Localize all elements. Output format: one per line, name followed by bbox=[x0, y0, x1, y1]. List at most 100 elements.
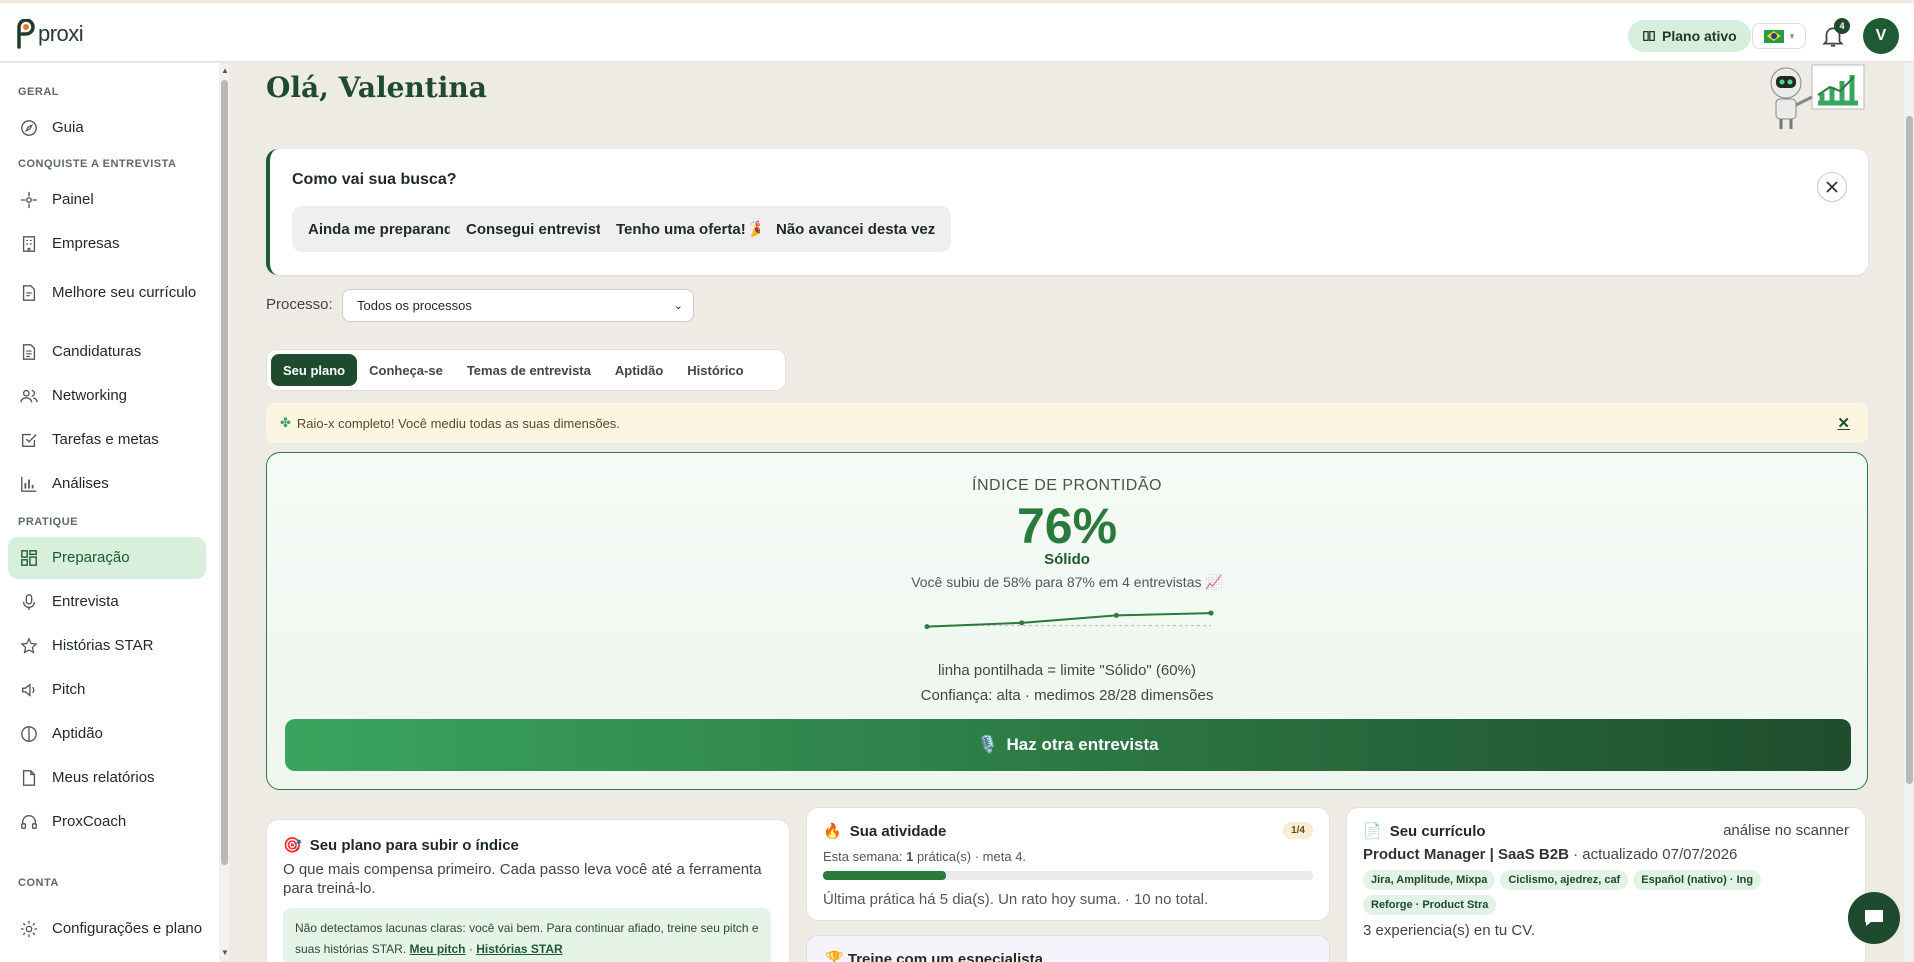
sidebar-item-preparacao[interactable]: Preparação bbox=[8, 537, 206, 579]
sidebar-section-conquiste: CONQUISTE A ENTREVISTA bbox=[18, 158, 177, 170]
process-label: Processo: bbox=[266, 296, 333, 313]
sidebar-item-melhore-curriculo[interactable]: Melhore seu currículo bbox=[8, 267, 206, 319]
cv-title: 📄 Seu currículo bbox=[1363, 822, 1486, 841]
sidebar-item-label: Painel bbox=[52, 191, 94, 208]
cv-title-text: Seu currículo bbox=[1389, 822, 1486, 840]
sidebar-item-label: Aptidão bbox=[52, 725, 103, 742]
sidebar-item-candidaturas[interactable]: Candidaturas bbox=[8, 331, 206, 373]
sparkline-point bbox=[1208, 610, 1214, 616]
plan-card-title-text: Seu plano para subir o índice bbox=[309, 836, 519, 854]
cv-chip: Español (nativo) · Ing bbox=[1633, 870, 1762, 890]
survey-option-not-advanced[interactable]: Não avancei desta vez bbox=[760, 206, 952, 252]
fire-icon: 🔥 bbox=[823, 823, 842, 840]
document-icon: 📄 bbox=[1363, 823, 1382, 840]
bar-chart-icon bbox=[20, 475, 38, 493]
avatar[interactable]: V bbox=[1863, 18, 1899, 54]
new-interview-button[interactable]: 🎙️ Haz otra entrevista bbox=[285, 719, 1851, 771]
process-select[interactable]: Todos os processos ⌄ bbox=[342, 289, 694, 322]
app-name: proxi bbox=[38, 21, 84, 46]
sidebar-item-label: Tarefas e metas bbox=[52, 431, 159, 448]
activity-week-suffix: prática(s) · meta 4. bbox=[913, 849, 1027, 864]
document-icon bbox=[20, 343, 38, 361]
readiness-level: Sólido bbox=[1044, 551, 1090, 568]
survey-close-button[interactable] bbox=[1817, 172, 1847, 202]
sidebar-item-guia[interactable]: Guia bbox=[8, 107, 206, 149]
sidebar-item-configuracoes[interactable]: Configurações e plano bbox=[8, 903, 206, 955]
pitch-link[interactable]: Meu pitch bbox=[410, 942, 466, 956]
scroll-down-arrow-icon[interactable]: ▼ bbox=[221, 948, 229, 957]
sparkline-series bbox=[926, 612, 1212, 628]
sidebar-item-painel[interactable]: Painel bbox=[8, 179, 206, 221]
tab-conheca-se[interactable]: Conheça-se bbox=[357, 354, 455, 386]
sidebar-item-empresas[interactable]: Empresas bbox=[8, 223, 206, 265]
plan-status-button[interactable]: Plano ativo bbox=[1628, 20, 1751, 52]
tab-bar: Seu plano Conheça-se Temas de entrevista… bbox=[266, 349, 786, 391]
activity-badge: 1/4 bbox=[1283, 822, 1313, 839]
activity-progress-fill bbox=[823, 871, 946, 880]
cv-role: Product Manager | SaaS B2B · actualizado… bbox=[1363, 846, 1737, 863]
page-title: Olá, Valentina bbox=[266, 71, 487, 104]
brazil-flag-icon bbox=[1763, 29, 1784, 43]
sidebar-section-geral: GERAL bbox=[18, 86, 59, 98]
sidebar-item-label: Candidaturas bbox=[52, 343, 142, 360]
survey-option-offer[interactable]: Tenho uma oferta! 🎉 bbox=[600, 206, 785, 252]
sidebar-item-proxcoach[interactable]: ProxCoach bbox=[8, 801, 206, 843]
activity-progress-bar bbox=[823, 871, 1313, 880]
coach-card[interactable]: 🏆 Treine com um especialista bbox=[806, 935, 1330, 962]
survey-question: Como vai sua busca? bbox=[292, 171, 457, 188]
sidebar-item-label: Análises bbox=[52, 475, 109, 492]
readiness-value: 76% bbox=[1016, 498, 1118, 554]
coach-title: 🏆 Treine com um especialista bbox=[825, 950, 1043, 962]
proxi-logo-icon bbox=[17, 19, 35, 49]
sidebar-item-analises[interactable]: Análises bbox=[8, 463, 206, 505]
cv-card: 📄 Seu currículo análise no scanner Produ… bbox=[1346, 807, 1866, 962]
chat-bubble-icon bbox=[1865, 910, 1883, 926]
cv-updated: · actualizado 07/07/2026 bbox=[1568, 846, 1738, 863]
sidebar-item-label: Empresas bbox=[52, 235, 120, 252]
tab-temas-entrevista[interactable]: Temas de entrevista bbox=[455, 354, 603, 386]
sidebar-item-aptidao[interactable]: Aptidão bbox=[8, 713, 206, 755]
microphone-icon bbox=[20, 593, 38, 611]
file-icon bbox=[20, 769, 38, 787]
tab-aptidao[interactable]: Aptidão bbox=[603, 354, 675, 386]
sidebar-item-label: Entrevista bbox=[52, 593, 119, 610]
language-selector[interactable]: ▾ bbox=[1752, 23, 1806, 49]
sparkline-point bbox=[924, 624, 930, 630]
sparkline-note: linha pontilhada = limite "Sólido" (60%) bbox=[938, 662, 1196, 679]
sidebar-item-historias-star[interactable]: Histórias STAR bbox=[8, 625, 206, 667]
tab-historico[interactable]: Histórico bbox=[675, 354, 755, 386]
top-bar: proxi Plano ativo ▾ 4 V bbox=[0, 0, 1914, 62]
confidence-text: Confiança: alta · medimos 28/28 dimensõe… bbox=[920, 687, 1214, 704]
sidebar-item-label: Pitch bbox=[52, 681, 86, 698]
sidebar-item-pitch[interactable]: Pitch bbox=[8, 669, 206, 711]
tab-seu-plano[interactable]: Seu plano bbox=[271, 354, 358, 386]
readiness-title: ÍNDICE DE PRONTIDÃO bbox=[972, 477, 1162, 494]
plan-card-description: O que mais compensa primeiro. Cada passo… bbox=[283, 861, 762, 897]
page-scrollbar-thumb[interactable] bbox=[1906, 116, 1913, 784]
sidebar-item-entrevista[interactable]: Entrevista bbox=[8, 581, 206, 623]
readiness-trend: Você subiu de 58% para 87% em 4 entrevis… bbox=[911, 574, 1223, 590]
sidebar-item-label: Meus relatórios bbox=[52, 769, 155, 786]
chat-button[interactable] bbox=[1848, 892, 1900, 944]
star-stories-link[interactable]: Histórias STAR bbox=[476, 942, 562, 956]
scroll-up-arrow-icon[interactable]: ▲ bbox=[221, 66, 229, 75]
sidebar-item-tarefas[interactable]: Tarefas e metas bbox=[8, 419, 206, 461]
alert-close-button[interactable]: ✕ bbox=[1837, 414, 1850, 432]
sidebar-scrollbar-thumb[interactable] bbox=[221, 80, 228, 865]
readiness-sparkline bbox=[924, 610, 1214, 630]
checkbox-icon bbox=[20, 431, 38, 449]
cv-scanner-link[interactable]: análise no scanner bbox=[1723, 822, 1849, 839]
sidebar-item-label: ProxCoach bbox=[52, 813, 127, 830]
sidebar-item-meus-relatorios[interactable]: Meus relatórios bbox=[8, 757, 206, 799]
grid-icon bbox=[20, 549, 38, 567]
sidebar-item-label: Preparação bbox=[52, 549, 130, 566]
sidebar-item-label: Melhore seu currículo bbox=[52, 284, 197, 301]
logo[interactable]: proxi bbox=[14, 19, 84, 49]
compass-icon bbox=[20, 119, 38, 137]
microphone-icon: 🎙️ bbox=[977, 735, 999, 754]
sidebar: GERAL Guia CONQUISTE A ENTREVISTA Painel… bbox=[0, 63, 222, 962]
trophy-icon: 🏆 bbox=[825, 951, 844, 962]
plan-card-title: 🎯 Seu plano para subir o índice bbox=[283, 836, 519, 855]
alert-text: Raio-x completo! Você mediu todas as sua… bbox=[296, 415, 620, 431]
sidebar-item-networking[interactable]: Networking bbox=[8, 375, 206, 417]
